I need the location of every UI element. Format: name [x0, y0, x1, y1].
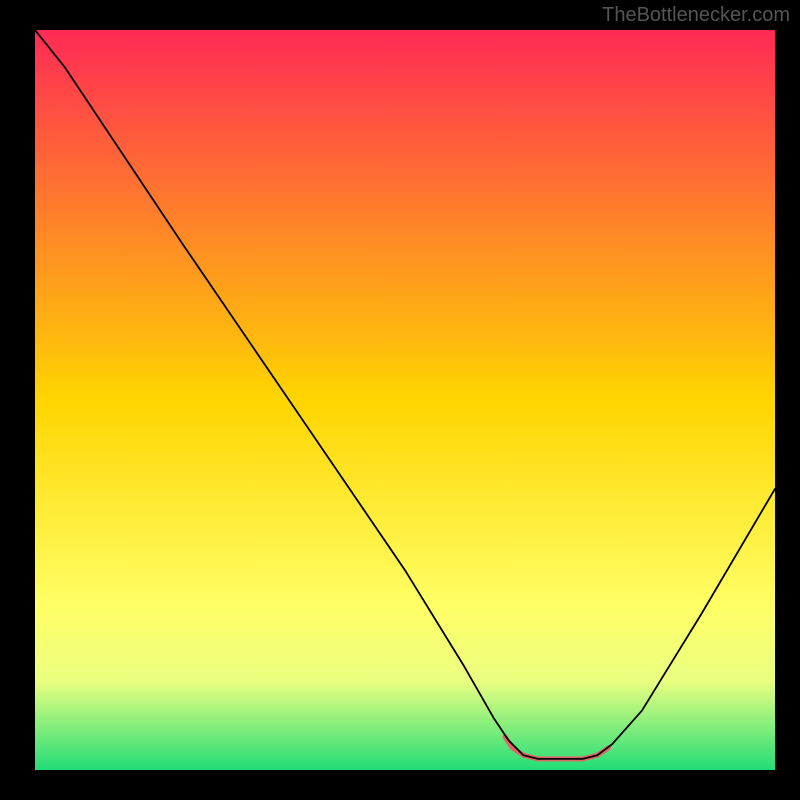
- chart-plot-area: [35, 30, 775, 770]
- watermark-text: TheBottlenecker.com: [602, 4, 790, 27]
- chart-svg: [35, 30, 775, 770]
- chart-background: [35, 30, 775, 770]
